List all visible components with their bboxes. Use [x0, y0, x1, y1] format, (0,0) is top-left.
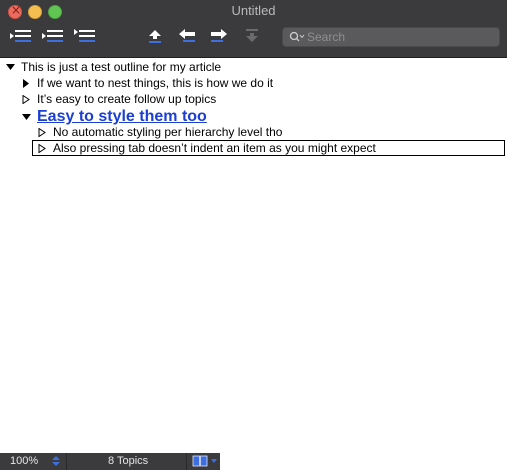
outline-item-label: Easy to style them too: [37, 108, 207, 125]
indent-mid-icon: [42, 30, 63, 42]
divider: [186, 453, 187, 470]
move-left-button[interactable]: [176, 26, 198, 46]
title-toolbar: Untitled: [0, 0, 507, 58]
app-window: Untitled: [0, 0, 507, 470]
disclosure-collapsed-icon[interactable]: [37, 143, 47, 153]
outline-item-label: It’s easy to create follow up topics: [37, 92, 217, 106]
move-up-icon: [149, 30, 161, 43]
move-up-button[interactable]: [146, 26, 164, 46]
search-icon: [289, 31, 305, 42]
disclosure-expanded-icon[interactable]: [5, 62, 15, 72]
outline-item[interactable]: If we want to nest things, this is how w…: [21, 76, 273, 90]
outline-item[interactable]: This is just a test outline for my artic…: [5, 60, 221, 74]
move-left-icon: [179, 29, 195, 42]
move-right-icon: [211, 29, 227, 42]
book-icon[interactable]: [192, 455, 208, 467]
move-right-button[interactable]: [208, 26, 230, 46]
topic-count: 8 Topics: [108, 455, 149, 467]
move-down-button[interactable]: [244, 26, 260, 46]
outline-view: This is just a test outline for my artic…: [0, 58, 507, 453]
search-input[interactable]: [307, 30, 477, 44]
zoom-stepper-icon[interactable]: [51, 455, 61, 467]
divider: [66, 453, 67, 470]
indent-mid-button[interactable]: [40, 26, 66, 46]
search-field[interactable]: [282, 27, 500, 47]
disclosure-collapsed-icon[interactable]: [37, 127, 47, 137]
outline-item[interactable]: Easy to style them too: [21, 107, 207, 127]
indent-left-button[interactable]: [8, 26, 34, 46]
indent-left-icon: [10, 30, 31, 42]
outline-item-label: This is just a test outline for my artic…: [21, 60, 222, 74]
outline-item-label: If we want to nest things, this is how w…: [37, 76, 274, 90]
indent-right-button[interactable]: [72, 26, 98, 46]
disclosure-expanded-icon[interactable]: [21, 112, 31, 122]
outline-item-label[interactable]: Also pressing tab doesn’t indent an item…: [53, 141, 376, 155]
move-down-icon: [246, 29, 258, 42]
disclosure-collapsed-icon[interactable]: [21, 94, 31, 104]
indent-right-icon: [74, 29, 95, 42]
status-bar: 100% 8 Topics: [0, 453, 220, 470]
outline-item-label: No automatic styling per hierarchy level…: [53, 125, 283, 139]
outline-item[interactable]: It’s easy to create follow up topics: [21, 92, 216, 106]
zoom-level[interactable]: 100%: [10, 455, 38, 467]
outline-item[interactable]: Also pressing tab doesn’t indent an item…: [37, 141, 376, 155]
chevron-down-icon[interactable]: [211, 459, 217, 464]
disclosure-collapsed-filled-icon[interactable]: [21, 78, 31, 88]
window-title: Untitled: [231, 3, 276, 18]
outline-item[interactable]: No automatic styling per hierarchy level…: [37, 125, 282, 139]
